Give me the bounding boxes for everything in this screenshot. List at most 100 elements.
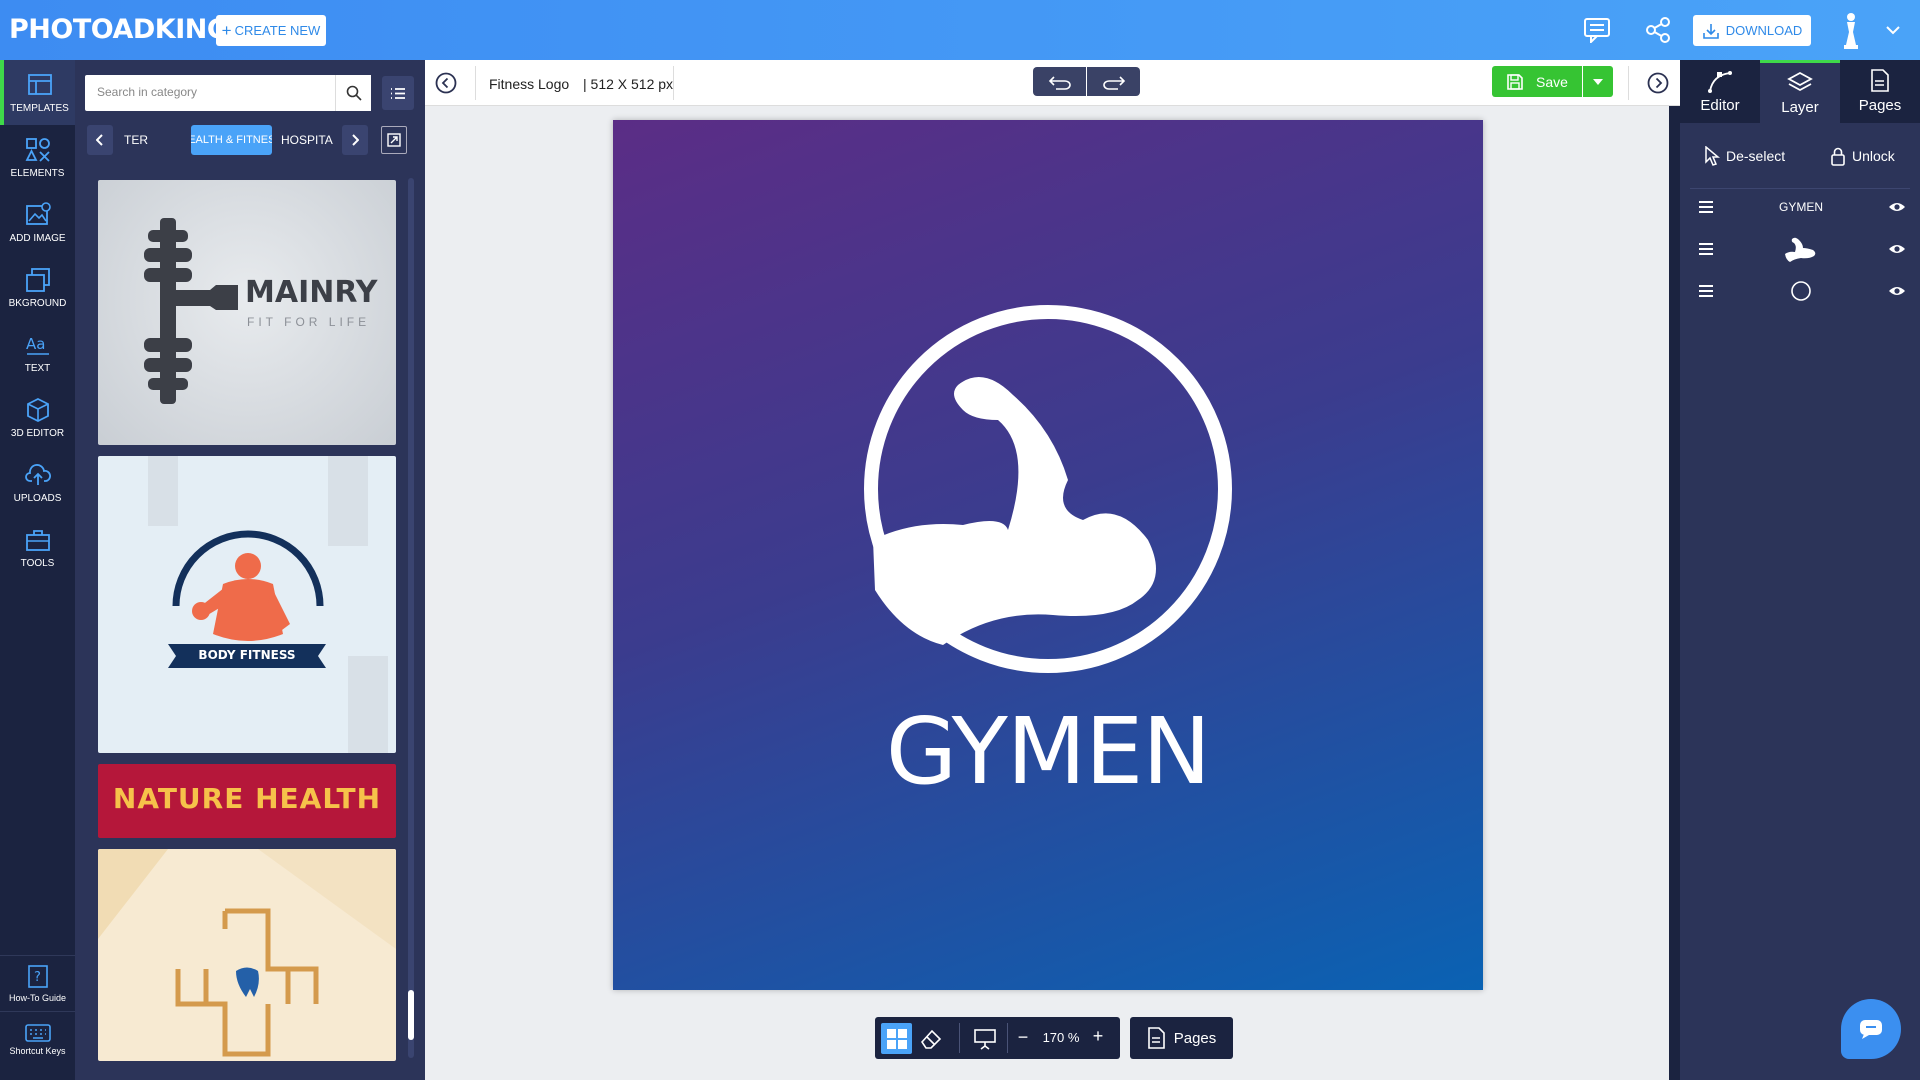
redo-button[interactable] (1087, 67, 1140, 96)
cube-icon (26, 397, 49, 422)
page-icon (1147, 1027, 1165, 1049)
grid-view-icon[interactable] (881, 1023, 912, 1054)
template-title: NATURE HEALTH (112, 782, 382, 815)
zoom-level: 170 % (1042, 1030, 1080, 1045)
nav-tools[interactable]: TOOLS (0, 515, 75, 580)
share-icon[interactable] (1643, 15, 1673, 45)
top-bar: PHOTOADKING + CREATE NEW DOWNLOAD (0, 0, 1920, 60)
presentation-icon[interactable] (969, 1023, 1000, 1054)
editor-curve-icon (1708, 71, 1732, 93)
toolbox-icon (25, 529, 50, 551)
caret-down-icon (1593, 78, 1603, 85)
zoom-out-button[interactable]: − (1013, 1027, 1033, 1049)
dental-cross-logo-icon (98, 849, 396, 1057)
eye-icon[interactable] (1888, 285, 1906, 297)
elements-icon (25, 137, 50, 162)
search-icon[interactable] (335, 75, 371, 111)
pages-button[interactable]: Pages (1130, 1017, 1233, 1059)
template-thumb-body-fitness[interactable]: BODY FITNESS (98, 456, 396, 753)
bodybuilder-logo-icon (148, 456, 388, 753)
comment-icon[interactable] (1582, 15, 1612, 45)
template-banner-text: BODY FITNESS (198, 648, 296, 662)
nav-uploads[interactable]: UPLOADS (0, 450, 75, 515)
deselect-button[interactable]: De-select (1704, 144, 1785, 168)
template-tagline: FIT FOR LIFE (247, 315, 371, 329)
canvas-scrollbar[interactable] (1669, 106, 1680, 1080)
category-next-button[interactable] (342, 125, 368, 155)
canvas-bottom-toolbar: − 170 % + (875, 1017, 1120, 1059)
save-options-dropdown[interactable] (1583, 66, 1613, 97)
layers-icon (1787, 71, 1813, 91)
collapse-left-panel-icon[interactable] (435, 72, 457, 94)
templates-icon (27, 73, 52, 95)
document-size: | 512 X 512 px (583, 76, 674, 92)
eye-icon[interactable] (1888, 201, 1906, 213)
layer-row-circle[interactable] (1690, 271, 1910, 311)
nav-background[interactable]: BKGROUND (0, 255, 75, 320)
nav-elements[interactable]: ELEMENTS (0, 125, 75, 190)
svg-text:Aa: Aa (26, 335, 45, 353)
user-avatar-icon[interactable] (1836, 12, 1866, 50)
nav-text[interactable]: Aa TEXT (0, 320, 75, 385)
redo-icon (1102, 75, 1125, 90)
drag-handle-icon[interactable] (1698, 200, 1714, 214)
circle-thumbnail-icon (1791, 281, 1811, 301)
layer-row-arm[interactable] (1690, 229, 1910, 269)
tab-pages[interactable]: Pages (1840, 60, 1920, 123)
nav-3d-editor[interactable]: 3D EDITOR (0, 385, 75, 450)
template-thumb-dental[interactable] (98, 849, 396, 1061)
document-title[interactable]: Fitness Logo (489, 76, 569, 92)
drag-handle-icon[interactable] (1698, 242, 1714, 256)
category-tab-health-fitness[interactable]: HEALTH & FITNESS (191, 125, 272, 155)
template-thumb-nature-health[interactable]: NATURE HEALTH (98, 764, 396, 838)
flexed-arm-logo-icon[interactable] (613, 120, 1483, 990)
save-icon (1507, 73, 1523, 90)
tab-layer[interactable]: Layer (1760, 60, 1840, 123)
search-input[interactable]: Search in category (85, 75, 335, 111)
app-logo[interactable]: PHOTOADKING (9, 14, 229, 45)
save-button[interactable]: Save (1492, 66, 1582, 97)
template-brand: MAINRY (245, 275, 378, 310)
category-prev-button[interactable] (87, 125, 113, 155)
cursor-icon (1705, 146, 1720, 166)
svg-text:?: ? (34, 970, 41, 985)
eraser-icon[interactable] (915, 1023, 946, 1054)
page-icon (1871, 69, 1889, 92)
chevron-down-icon[interactable] (1878, 15, 1908, 45)
layer-label: GYMEN (1778, 200, 1823, 214)
category-tab-hospitality[interactable]: HOSPITA (281, 125, 337, 155)
text-icon: Aa (26, 335, 49, 355)
dumbbell-logo-icon (144, 218, 238, 404)
help-icon: ? (27, 964, 48, 988)
expand-icon[interactable] (381, 126, 407, 154)
nav-templates[interactable]: TEMPLATES (0, 60, 75, 125)
zoom-in-button[interactable]: + (1088, 1026, 1108, 1048)
layer-row-text[interactable]: GYMEN (1690, 187, 1910, 227)
how-to-guide[interactable]: ? How-To Guide (0, 955, 75, 1011)
nav-rail: TEMPLATES ELEMENTS ADD IMAGE BKGROUND Aa… (0, 60, 75, 1080)
lock-icon (1831, 147, 1845, 166)
template-thumb-mainry[interactable]: MAINRY FIT FOR LIFE (98, 180, 396, 445)
plus-icon: + (221, 21, 232, 40)
tab-editor[interactable]: Editor (1680, 60, 1760, 123)
nav-add-image[interactable]: ADD IMAGE (0, 190, 75, 255)
panel-scrollbar[interactable] (408, 178, 414, 1058)
arm-thumbnail-icon (1785, 237, 1816, 262)
collapse-right-panel-icon[interactable] (1647, 72, 1669, 94)
chat-icon (1860, 1020, 1882, 1039)
unlock-button[interactable]: Unlock (1830, 144, 1895, 168)
category-tab-previous[interactable]: TER (120, 125, 148, 155)
chat-support-button[interactable] (1841, 999, 1901, 1059)
design-canvas[interactable]: GYMEN (613, 120, 1483, 990)
canvas-logo-text[interactable]: GYMEN (613, 698, 1483, 805)
undo-button[interactable] (1033, 67, 1086, 96)
panel-scroll-thumb[interactable] (408, 990, 414, 1040)
list-view-icon[interactable] (382, 76, 414, 110)
upload-icon (24, 463, 51, 485)
eye-icon[interactable] (1888, 243, 1906, 255)
shortcut-keys[interactable]: Shortcut Keys (0, 1011, 75, 1067)
create-new-button[interactable]: + CREATE NEW (216, 15, 326, 46)
editor-toolbar: Fitness Logo | 512 X 512 px Save (425, 60, 1680, 106)
download-button[interactable]: DOWNLOAD (1693, 15, 1811, 46)
drag-handle-icon[interactable] (1698, 284, 1714, 298)
